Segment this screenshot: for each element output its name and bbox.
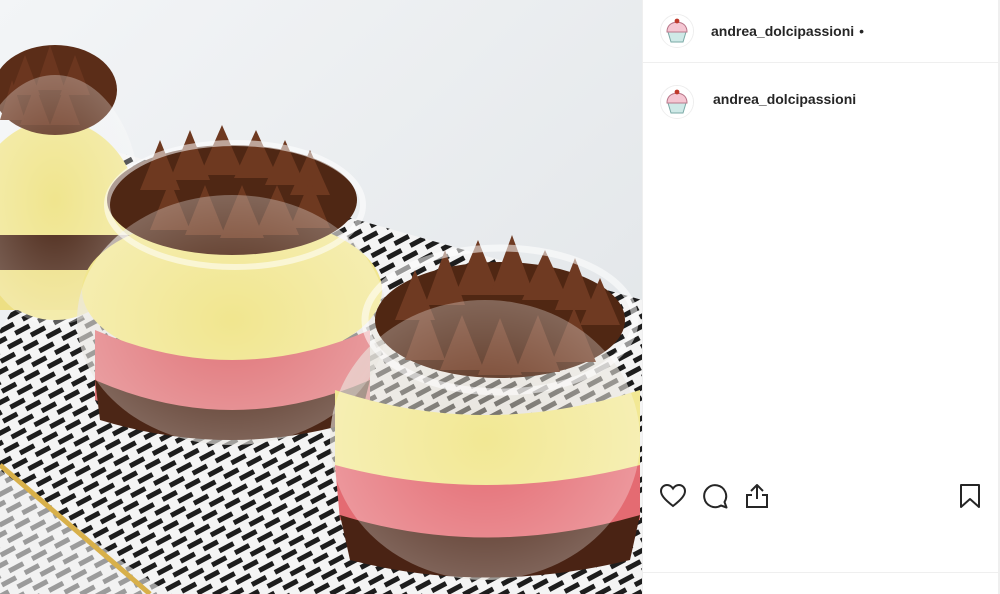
heart-icon [660,484,686,508]
cupcake-logo-icon [661,86,693,118]
post-image[interactable] [0,0,642,594]
comment-button[interactable] [699,480,731,512]
comment-avatar[interactable] [660,85,694,119]
caption-comment: andrea_dolcipassioni [660,85,856,119]
bookmark-icon [960,484,980,508]
post-header: andrea_dolcipassioni • [643,0,1000,63]
like-button[interactable] [657,480,689,512]
follow-separator: • [859,23,865,39]
avatar[interactable] [660,14,694,48]
post-sidebar: andrea_dolcipassioni • andrea_dolcipassi… [642,0,1000,594]
cupcake-logo-icon [661,15,693,47]
dessert-photo [0,0,642,594]
jar-front [330,235,640,580]
share-button[interactable] [741,480,773,512]
comment-icon [703,484,728,509]
save-button[interactable] [954,480,986,512]
action-bar [657,478,986,514]
header-username[interactable]: andrea_dolcipassioni [711,23,854,39]
comment-username[interactable]: andrea_dolcipassioni [713,91,856,107]
instagram-post: andrea_dolcipassioni • andrea_dolcipassi… [0,0,1000,594]
share-icon [746,484,768,508]
divider [643,572,1000,573]
